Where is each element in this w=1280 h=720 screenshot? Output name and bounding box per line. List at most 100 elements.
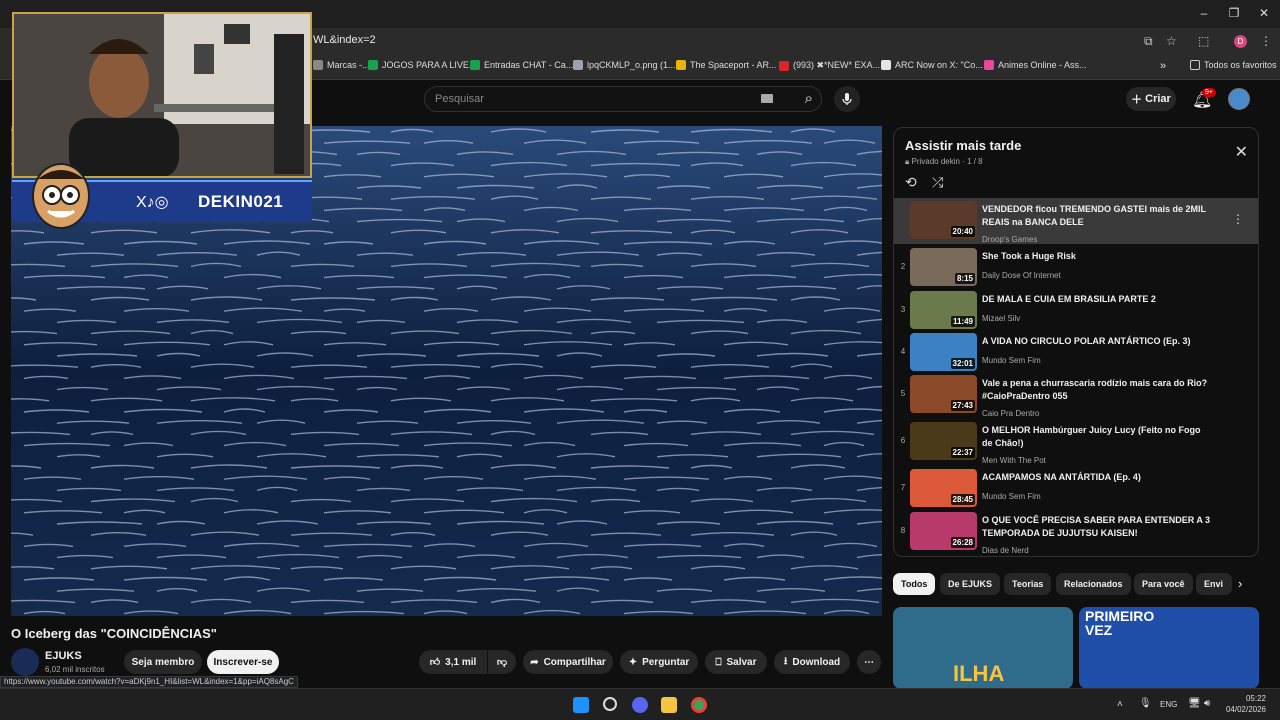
user-avatar[interactable]: [1228, 88, 1250, 110]
discord-icon[interactable]: [632, 697, 648, 713]
like-button[interactable]: 👍︎ 3,1 mil: [419, 650, 487, 674]
playlist-item-channel[interactable]: Droop's Games: [982, 235, 1037, 244]
playlist-item-index: 5: [900, 389, 906, 398]
playlist-item-thumbnail[interactable]: 26:28: [910, 512, 977, 550]
loop-icon[interactable]: ⟲: [905, 174, 917, 191]
save-button[interactable]: ⎕ Salvar: [705, 650, 767, 674]
tray-expand-icon[interactable]: ˄: [1117, 699, 1123, 710]
playlist-item[interactable]: 5 27:43 Vale a pena a churrascaria rodízio…: [894, 372, 1258, 418]
filter-chip[interactable]: De EJUKS: [940, 573, 1001, 595]
recommended-video-thumbnail[interactable]: PRIMEIRO VEZ: [1079, 607, 1259, 689]
search-input[interactable]: Pesquisar ⌕: [424, 86, 822, 112]
playlist-item-title[interactable]: Vale a pena a churrascaria rodízio mais …: [982, 377, 1212, 403]
playlist-item-thumbnail[interactable]: 27:43: [910, 375, 977, 413]
more-bookmarks-icon[interactable]: »: [1160, 60, 1166, 72]
bookmark-item[interactable]: Marcas -...: [313, 60, 370, 70]
bookmark-item[interactable]: Entradas CHAT - Ca...: [470, 60, 573, 70]
playlist-item-channel[interactable]: Mundo Sem Fim: [982, 492, 1041, 501]
playlist-item-channel[interactable]: Caio Pra Dentro: [982, 409, 1039, 418]
playlist-item-channel[interactable]: Mundo Sem Fim: [982, 356, 1041, 365]
shuffle-icon[interactable]: ⤮: [932, 174, 943, 191]
playlist-item-title[interactable]: DE MALA E CUIA EM BRASILIA PARTE 2: [982, 293, 1212, 306]
volume-icon[interactable]: 🔊︎: [1204, 698, 1210, 709]
channel-avatar[interactable]: [11, 648, 39, 676]
playlist-item-thumbnail[interactable]: 28:45: [910, 469, 977, 507]
playlist-item-title[interactable]: O QUE VOCÊ PRECISA SABER PARA ENTENDER A…: [982, 514, 1212, 540]
subscribe-button[interactable]: Inscrever-se: [207, 650, 279, 674]
create-button[interactable]: ＋ Criar: [1126, 87, 1176, 111]
playlist-item[interactable]: 7 28:45 ACAMPAMOS NA ANTÁRTIDA (Ep. 4) Mund…: [894, 466, 1258, 509]
playlist-item-thumbnail[interactable]: 11:49: [910, 291, 977, 329]
item-menu-icon[interactable]: ⋮: [1232, 212, 1244, 226]
playlist-item-title[interactable]: VENDEDOR ficou TREMENDO GASTEI mais de 2…: [982, 203, 1212, 229]
chips-next-icon[interactable]: ›: [1238, 576, 1242, 591]
playlist-item-thumbnail[interactable]: 20:40: [910, 201, 977, 239]
bookmark-item[interactable]: JOGOS PARA A LIVE...: [368, 60, 476, 70]
bookmark-star-icon[interactable]: ☆: [1166, 34, 1177, 48]
bookmark-favicon: [573, 60, 583, 70]
voice-search-button[interactable]: [834, 86, 860, 112]
dislike-button[interactable]: 👎︎: [488, 650, 516, 674]
windows-start-icon[interactable]: [573, 697, 589, 713]
maximize-icon[interactable]: ❐: [1224, 6, 1244, 20]
profile-avatar[interactable]: D: [1234, 35, 1247, 48]
clock-date[interactable]: 04/02/2026: [1222, 705, 1266, 714]
minimize-icon[interactable]: –: [1194, 6, 1214, 20]
bookmark-favicon: [984, 60, 994, 70]
channel-name[interactable]: EJUKS: [45, 650, 82, 662]
taskbar-search-icon[interactable]: [603, 697, 617, 711]
network-icon[interactable]: 🖥︎: [1188, 698, 1201, 709]
playlist-item-title[interactable]: A VIDA NO CIRCULO POLAR ANTÁRTICO (Ep. 3…: [982, 335, 1212, 348]
filter-chip[interactable]: Relacionados: [1056, 573, 1131, 595]
bookmark-item[interactable]: The Spaceport - AR...: [676, 60, 777, 70]
webcam-overlay: [12, 12, 312, 178]
filter-chip[interactable]: Teorias: [1004, 573, 1052, 595]
search-icon[interactable]: ⌕: [805, 90, 813, 107]
tray-mic-icon[interactable]: 🎙︎: [1139, 698, 1152, 709]
chrome-icon[interactable]: [691, 697, 707, 713]
playlist-item[interactable]: 6 22:37 O MELHOR Hambúrguer Juicy Lucy (Fe…: [894, 419, 1258, 465]
close-playlist-icon[interactable]: ✕: [1235, 142, 1248, 162]
download-button[interactable]: ⭳ Download: [774, 650, 850, 674]
playlist-item-channel[interactable]: Dias de Nerd: [982, 546, 1029, 555]
filter-chip[interactable]: Para você: [1134, 573, 1193, 595]
bookmark-item[interactable]: lpqCKMLP_o.png (1...: [573, 60, 676, 70]
playlist-item-title[interactable]: She Took a Huge Risk: [982, 250, 1212, 263]
language-indicator[interactable]: ENG: [1160, 700, 1177, 709]
join-button[interactable]: Seja membro: [124, 650, 202, 674]
playlist-item-thumbnail[interactable]: 32:01: [910, 333, 977, 371]
browser-menu-icon[interactable]: ⋮: [1260, 34, 1272, 48]
duration-badge: 20:40: [950, 226, 975, 237]
filter-chip[interactable]: Todos: [893, 573, 936, 595]
bookmark-item[interactable]: ARC Now on X: "Co...: [881, 60, 983, 70]
playlist-item-index: 4: [900, 347, 906, 356]
share-button[interactable]: ➦ Compartilhar: [523, 650, 613, 674]
bookmark-item[interactable]: Animes Online - Ass...: [984, 60, 1087, 70]
playlist-item-channel[interactable]: Men With The Pot: [982, 456, 1046, 465]
keyboard-icon[interactable]: [761, 94, 773, 103]
url-text[interactable]: WL&index=2: [313, 34, 376, 46]
file-explorer-icon[interactable]: [661, 697, 677, 713]
more-actions-button[interactable]: ⋯: [857, 650, 881, 674]
clock-time[interactable]: 05:22: [1222, 694, 1266, 703]
playlist-item-title[interactable]: O MELHOR Hambúrguer Juicy Lucy (Feito no…: [982, 424, 1212, 450]
playlist-item[interactable]: 20:40 VENDEDOR ficou TREMENDO GASTEI mais…: [894, 198, 1258, 244]
bookmark-label: Entradas CHAT - Ca...: [484, 60, 574, 70]
bookmark-item[interactable]: (993) ✖*NEW* EXA...: [779, 60, 880, 71]
playlist-item-title[interactable]: ACAMPAMOS NA ANTÁRTIDA (Ep. 4): [982, 471, 1212, 484]
playlist-item-thumbnail[interactable]: 8:15: [910, 248, 977, 286]
filter-chip[interactable]: Envi: [1196, 573, 1232, 595]
playlist-item[interactable]: 8 26:28 O QUE VOCÊ PRECISA SABER PARA ENTE…: [894, 509, 1258, 555]
playlist-item[interactable]: 4 32:01 A VIDA NO CIRCULO POLAR ANTÁRTICO …: [894, 330, 1258, 373]
close-window-icon[interactable]: ✕: [1254, 6, 1274, 20]
bookmarks-folder[interactable]: Todos os favoritos: [1190, 60, 1277, 70]
playlist-item-channel[interactable]: Mizael Silv: [982, 314, 1020, 323]
playlist-item-channel[interactable]: Daily Dose Of Internet: [982, 271, 1061, 280]
recommended-video-thumbnail[interactable]: ILHA: [893, 607, 1073, 689]
extensions-icon[interactable]: ⬚: [1198, 34, 1209, 48]
cast-icon[interactable]: ⧉: [1144, 34, 1153, 49]
ask-button[interactable]: ✦ Perguntar: [620, 650, 698, 674]
playlist-item[interactable]: 3 11:49 DE MALA E CUIA EM BRASILIA PARTE 2…: [894, 288, 1258, 331]
playlist-item-thumbnail[interactable]: 22:37: [910, 422, 977, 460]
playlist-item[interactable]: 2 8:15 She Took a Huge Risk Daily Dose Of I…: [894, 245, 1258, 288]
